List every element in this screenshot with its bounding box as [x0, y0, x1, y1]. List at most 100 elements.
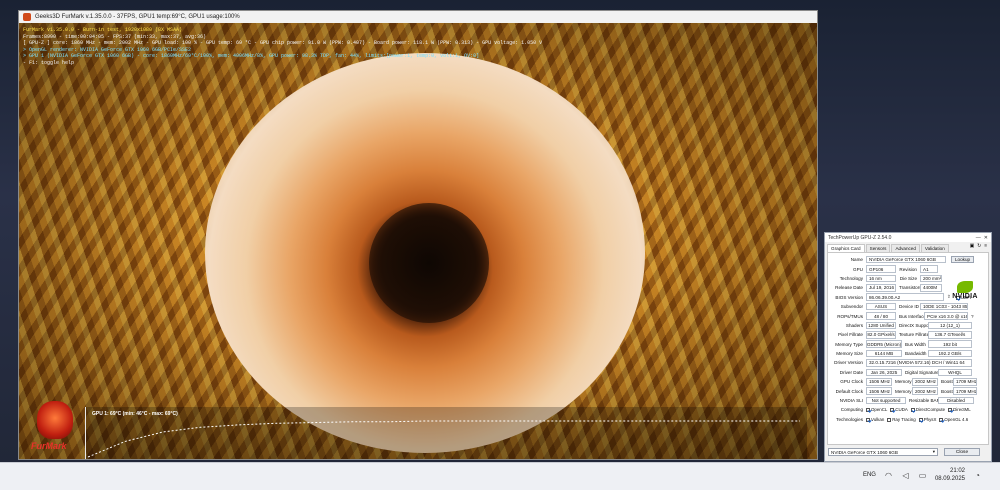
computing-list: OpenCL CUDA DirectCompute DirectML	[866, 407, 974, 412]
clock-date: 08.09.2025	[934, 476, 965, 482]
bus-width-label: Bus Width	[905, 341, 926, 347]
tab-validation[interactable]: Validation	[920, 244, 949, 252]
computing-item-label: CUDA	[895, 407, 908, 413]
texture-fillrate-value: 136.7 GTexel/s	[928, 331, 972, 339]
driver-version-value: 32.0.15.7216 (NVIDIA 572.16) DCH / Win11…	[866, 359, 972, 367]
overlay-line: > GPU 1 (NVIDIA GeForce GTX 1060 6GB) - …	[23, 53, 480, 60]
furmark-window-title: Geeks3D FurMark v.1.35.0.0 - 37FPS, GPU1…	[35, 14, 240, 20]
nvidia-logo-text: NVIDIA	[952, 293, 978, 300]
technologies-item-label: Ray Tracing	[892, 416, 916, 422]
notification-bell-icon[interactable]: ◔	[973, 471, 982, 480]
release-date-value: Jul 19, 2016	[866, 284, 896, 292]
directx-label: DirectX Support	[899, 322, 932, 328]
furmark-stats-overlay: FurMark v1.35.0.0 - Burn-in test, 1920x1…	[23, 27, 583, 67]
clock-time: 21:02	[949, 468, 965, 474]
overlay-line: Frames:8990 - time:00:04:05 - FPS:37 (mi…	[23, 33, 207, 40]
computing-checkbox[interactable]	[948, 408, 953, 413]
memory-type-value: GDDR5 (Micron)	[866, 340, 902, 348]
bios-value: 86.06.39.00.A2	[866, 293, 944, 302]
technologies-item-label: Vulkan	[871, 416, 885, 422]
subvendor-label: Subvendor	[840, 304, 863, 310]
name-label: Name	[850, 257, 863, 263]
row-sli: NVIDIA SLI Not supported Resizable BAR D…	[830, 396, 986, 405]
computing-item: DirectCompute	[910, 407, 945, 413]
gpu-value: GP106	[866, 265, 896, 273]
release-date-label: Release Date	[835, 285, 863, 291]
rops-label: ROPs/TMUs	[837, 313, 863, 319]
die-size-label: Die Size	[899, 275, 917, 281]
close-window-icon[interactable]: ✕	[984, 235, 988, 241]
menu-icon[interactable]: ≡	[984, 244, 987, 249]
technologies-item-label: PhysX	[923, 416, 937, 422]
row-computing: Computing OpenCL CUDA DirectCompute DirectM…	[830, 405, 986, 414]
technologies-list: Vulkan Ray Tracing PhysX OpenGL 4.6	[866, 417, 971, 422]
furmark-app-icon	[23, 13, 31, 21]
bus-interface-value: PCIe x16 3.0 @ x16 3.0	[924, 312, 968, 320]
computing-checkbox[interactable]	[866, 408, 870, 413]
name-value: NVIDIA GeForce GTX 1060 6GB	[866, 255, 946, 264]
transistors-label: Transistors	[899, 285, 922, 291]
sli-label: NVIDIA SLI	[839, 398, 863, 404]
directx-value: 12 (12_1)	[928, 321, 972, 330]
technologies-item-label: OpenGL 4.6	[944, 416, 969, 422]
computing-checkbox[interactable]	[890, 408, 895, 413]
row-default-clock: Default Clock 1506 MHz Memory 2002 MHz B…	[830, 386, 986, 395]
technology-label: Technology	[839, 275, 863, 281]
digital-signature-label: Digital Signature	[905, 369, 939, 375]
gpuz-window-title: TechPowerUp GPU-Z 2.54.0	[828, 234, 892, 241]
default-memory-value: 2002 MHz	[912, 387, 938, 395]
wifi-icon[interactable]: ◠	[884, 471, 893, 480]
language-indicator[interactable]: ENG	[863, 472, 876, 478]
driver-date-value: Jan 26, 2025	[866, 368, 902, 377]
tab-graphics-card[interactable]: Graphics Card	[827, 244, 865, 252]
technologies-checkbox[interactable]	[939, 417, 944, 422]
row-rops: ROPs/TMUs 48 / 80 Bus Interface PCIe x16…	[830, 311, 986, 320]
computing-item: DirectML	[948, 407, 971, 412]
chevron-down-icon: ▾	[932, 449, 935, 454]
gpuz-titlebar[interactable]: TechPowerUp GPU-Z 2.54.0 — ✕	[825, 233, 991, 242]
gpu-label: GPU	[853, 266, 863, 272]
computing-item-label: DirectML	[953, 407, 971, 413]
volume-icon[interactable]: ◁	[901, 471, 910, 480]
gpu-select-value: NVIDIA GeForce GTX 1060 6GB	[831, 449, 898, 455]
close-button[interactable]: Close	[944, 448, 980, 456]
minimize-icon[interactable]: —	[976, 235, 981, 241]
gpuz-footer: NVIDIA GeForce GTX 1060 6GB ▾ Close	[825, 445, 991, 459]
technologies-item: PhysX	[918, 416, 937, 422]
row-technologies: Technologies Vulkan Ray Tracing PhysX OpenG…	[830, 415, 986, 424]
temperature-series-line	[87, 420, 800, 458]
help-icon[interactable]: ?	[969, 314, 976, 319]
tray-clock[interactable]: 21:02 08.09.2025	[935, 467, 965, 483]
overlay-line: - F1: toggle help	[23, 59, 75, 66]
desktop-screen: Geeks3D FurMark v.1.35.0.0 - 37FPS, GPU1…	[0, 0, 1000, 490]
shaders-value: 1280 Unified	[866, 321, 896, 330]
technologies-checkbox[interactable]	[866, 417, 870, 422]
technology-value: 16 nm	[866, 274, 896, 283]
tab-sensors[interactable]: Sensors	[865, 244, 891, 252]
row-memory-size: Memory Size 6144 MB Bandwidth 192.2 GB/s	[830, 349, 986, 358]
sli-value: Not supported	[866, 396, 906, 405]
technologies-checkbox[interactable]	[887, 417, 892, 422]
refresh-icon[interactable]: ↻	[977, 244, 981, 249]
row-fillrate: Pixel Fillrate 82.0 GPixel/s Texture Fil…	[830, 330, 986, 339]
gpuz-window[interactable]: TechPowerUp GPU-Z 2.54.0 — ✕ Graphics Ca…	[824, 232, 992, 462]
transistors-value: 4400M	[920, 284, 942, 292]
device-id-label: Device ID	[899, 304, 919, 310]
subvendor-value: ASUS	[866, 302, 896, 311]
furmark-titlebar[interactable]: Geeks3D FurMark v.1.35.0.0 - 37FPS, GPU1…	[19, 11, 817, 23]
overlay-line: > OpenGL renderer: NVIDIA GeForce GTX 10…	[23, 46, 192, 53]
furmark-window[interactable]: Geeks3D FurMark v.1.35.0.0 - 37FPS, GPU1…	[18, 10, 818, 460]
technologies-checkbox[interactable]	[918, 417, 923, 422]
default-memory-label: Memory	[895, 388, 912, 394]
gpuz-tab-icons: ▣ ↻ ≡	[970, 244, 987, 249]
boost-clock-label: Boost	[941, 379, 953, 385]
battery-icon[interactable]: ▭	[918, 471, 927, 480]
gpu-select-dropdown[interactable]: NVIDIA GeForce GTX 1060 6GB ▾	[828, 448, 938, 456]
computing-checkbox[interactable]	[910, 408, 915, 413]
pixel-fillrate-value: 82.0 GPixel/s	[866, 331, 896, 339]
bios-label: BIOS Version	[835, 294, 863, 300]
lookup-button[interactable]: Lookup	[951, 255, 975, 264]
camera-icon[interactable]: ▣	[970, 244, 975, 249]
temperature-plot	[87, 420, 800, 458]
tab-advanced[interactable]: Advanced	[891, 244, 920, 252]
